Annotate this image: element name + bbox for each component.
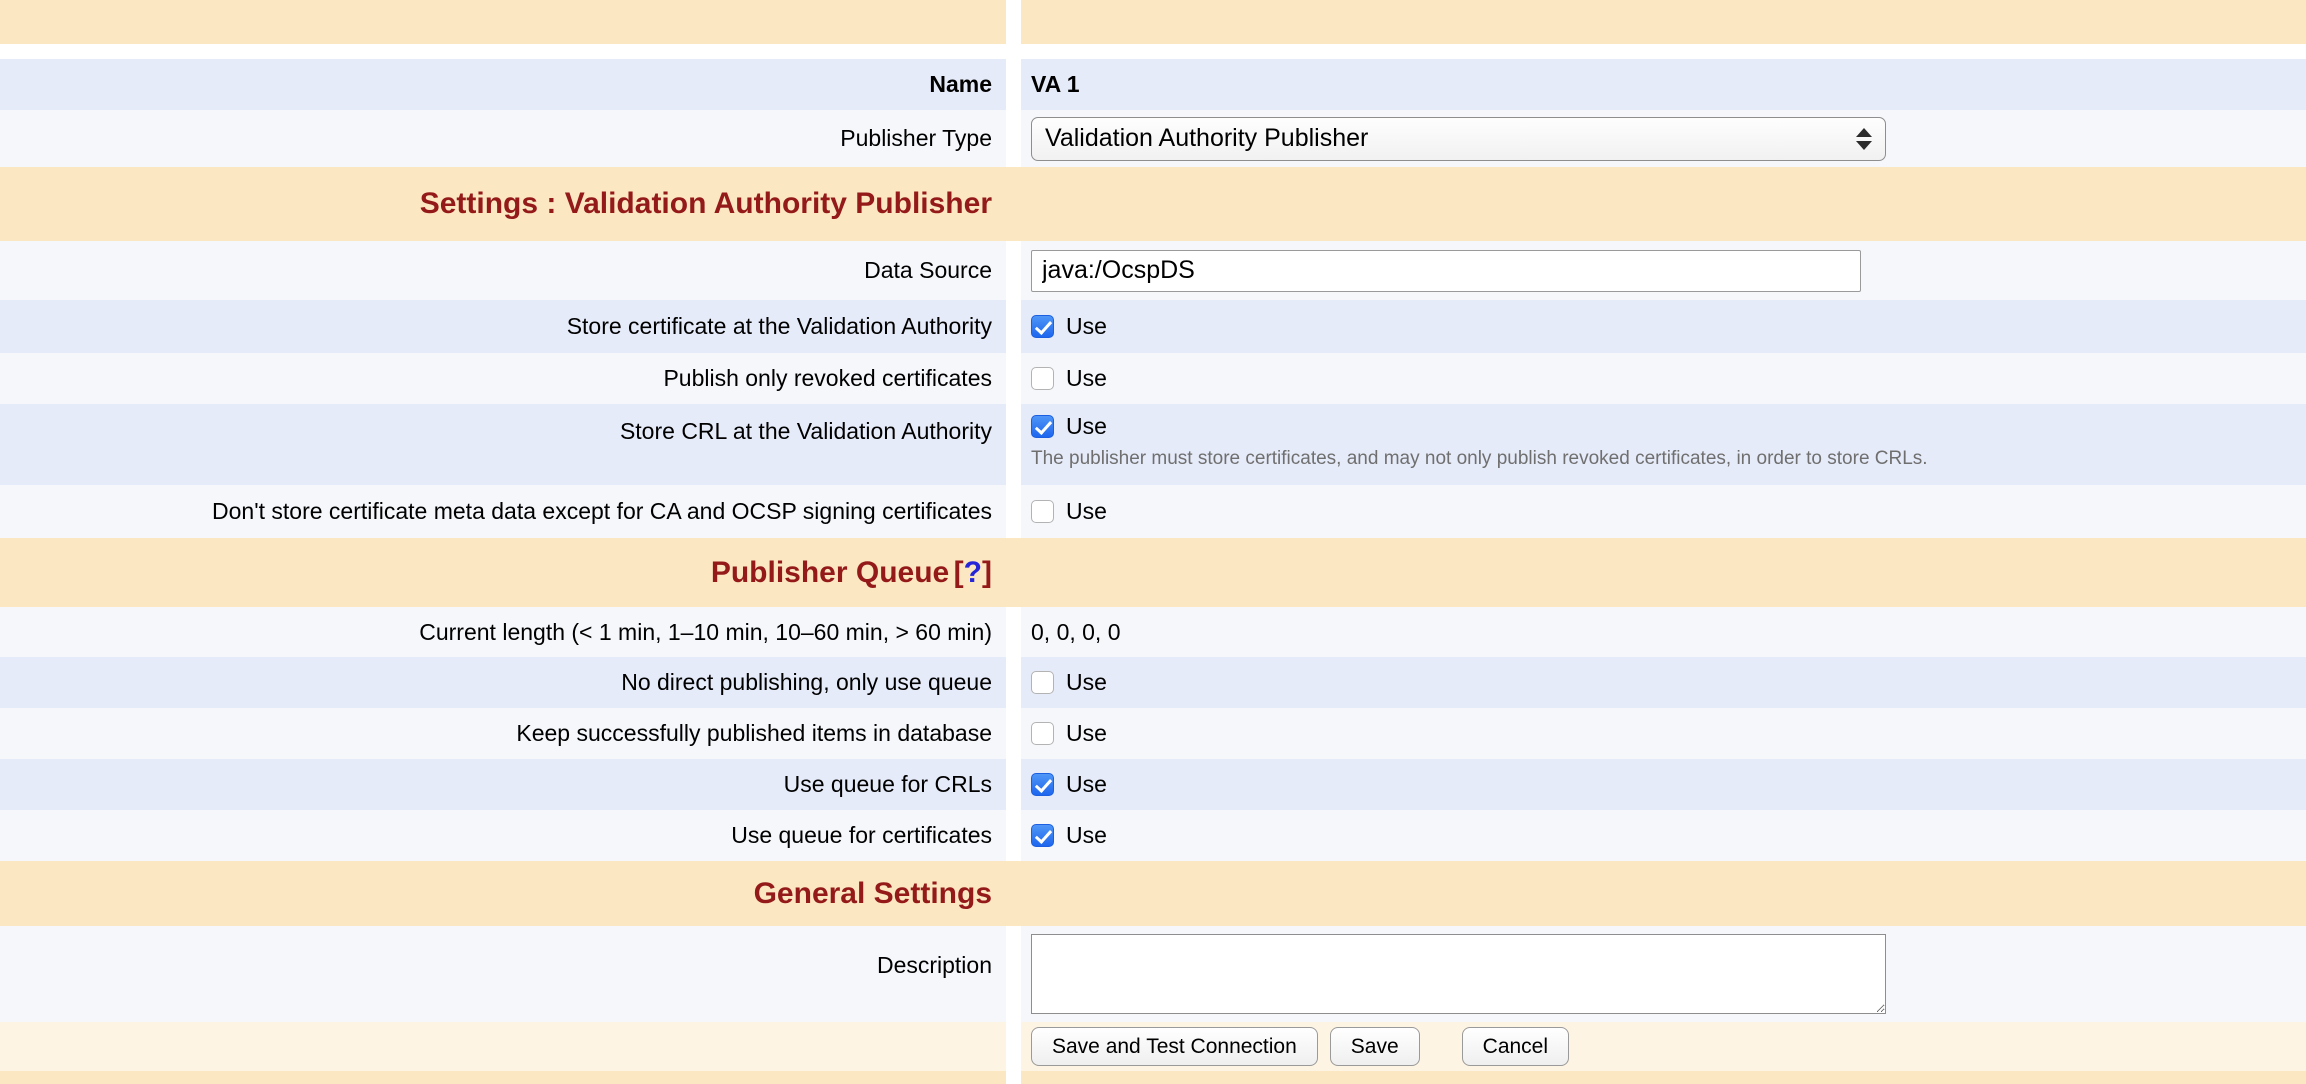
queue-length-row: Current length (< 1 min, 1–10 min, 10–60… (0, 607, 2306, 657)
store-crl-help-text: The publisher must store certificates, a… (1031, 448, 1928, 470)
description-label: Description (877, 952, 992, 979)
use-label: Use (1066, 720, 1107, 747)
column-gap (1006, 708, 1021, 759)
help-bracket-open: [ (954, 556, 964, 589)
column-gap (1006, 926, 1021, 1022)
store-certificate-use-checkbox[interactable] (1031, 315, 1054, 338)
dont-store-meta-row: Don't store certificate meta data except… (0, 485, 2306, 538)
cancel-button[interactable]: Cancel (1462, 1027, 1569, 1066)
keep-published-items-use-checkbox[interactable] (1031, 722, 1054, 745)
no-direct-publishing-use-checkbox[interactable] (1031, 671, 1054, 694)
store-crl-label: Store CRL at the Validation Authority (620, 418, 992, 445)
help-bracket-close: ] (982, 556, 992, 589)
column-gap (1006, 404, 1021, 485)
column-gap (1006, 607, 1021, 657)
publish-only-revoked-label: Publish only revoked certificates (663, 365, 992, 392)
name-value: VA 1 (1031, 71, 1080, 98)
top-band (0, 0, 2306, 44)
use-queue-crls-label: Use queue for CRLs (784, 771, 992, 798)
use-label: Use (1066, 498, 1107, 525)
name-row: Name VA 1 (0, 59, 2306, 110)
settings-section-title: Settings : Validation Authority Publishe… (420, 187, 992, 220)
dont-store-meta-label: Don't store certificate meta data except… (212, 498, 992, 525)
column-gap (1006, 1022, 1021, 1071)
use-label: Use (1066, 771, 1107, 798)
column-gap (1006, 810, 1021, 861)
column-gap (1006, 300, 1021, 353)
description-row: Description (0, 926, 2306, 1022)
store-crl-row: Store CRL at the Validation Authority Us… (0, 404, 2306, 485)
publish-only-revoked-use-checkbox[interactable] (1031, 367, 1054, 390)
publisher-queue-title: Publisher Queue (711, 556, 949, 589)
chevron-down-icon (1856, 141, 1872, 150)
publisher-type-selected-value: Validation Authority Publisher (1045, 124, 1368, 153)
edit-publisher-page: Name VA 1 Publisher Type Validation Auth… (0, 0, 2306, 1084)
save-and-test-connection-button[interactable]: Save and Test Connection (1031, 1027, 1318, 1066)
chevron-up-icon (1856, 128, 1872, 137)
store-certificate-row: Store certificate at the Validation Auth… (0, 300, 2306, 353)
publisher-queue-section-header: Publisher Queue [?] (0, 538, 2306, 607)
keep-published-items-row: Keep successfully published items in dat… (0, 708, 2306, 759)
use-label: Use (1066, 669, 1107, 696)
publisher-type-select[interactable]: Validation Authority Publisher (1031, 117, 1886, 161)
queue-length-value: 0, 0, 0, 0 (1031, 619, 1121, 646)
use-queue-crls-row: Use queue for CRLs Use (0, 759, 2306, 810)
use-queue-certificates-label: Use queue for certificates (731, 822, 992, 849)
form-actions-row: Save and Test Connection Save Cancel (0, 1022, 2306, 1071)
publisher-type-label: Publisher Type (840, 125, 992, 152)
general-settings-section-header: General Settings (0, 861, 2306, 926)
column-gap (1006, 59, 1021, 110)
column-gap (1006, 353, 1021, 404)
publisher-queue-help-link[interactable]: ? (964, 556, 982, 589)
no-direct-publishing-label: No direct publishing, only use queue (621, 669, 992, 696)
data-source-label: Data Source (864, 257, 992, 284)
general-settings-title: General Settings (754, 877, 992, 910)
use-queue-certificates-use-checkbox[interactable] (1031, 824, 1054, 847)
column-gap (1006, 110, 1021, 167)
use-label: Use (1066, 313, 1107, 340)
use-label: Use (1066, 822, 1107, 849)
bottom-band (0, 1071, 2306, 1084)
use-queue-certificates-row: Use queue for certificates Use (0, 810, 2306, 861)
description-textarea[interactable] (1031, 934, 1886, 1014)
data-source-row: Data Source (0, 241, 2306, 300)
use-queue-crls-use-checkbox[interactable] (1031, 773, 1054, 796)
data-source-input[interactable] (1031, 250, 1861, 292)
store-certificate-label: Store certificate at the Validation Auth… (567, 313, 992, 340)
use-label: Use (1066, 365, 1107, 392)
column-gap (1006, 241, 1021, 300)
select-stepper-icon (1856, 128, 1872, 150)
use-label: Use (1066, 413, 1107, 440)
column-gap (1006, 657, 1021, 708)
save-button[interactable]: Save (1330, 1027, 1420, 1066)
no-direct-publishing-row: No direct publishing, only use queue Use (0, 657, 2306, 708)
name-label: Name (929, 71, 992, 98)
settings-section-header: Settings : Validation Authority Publishe… (0, 167, 2306, 241)
row-spacer (0, 44, 2306, 59)
column-gap (1006, 485, 1021, 538)
store-crl-use-checkbox[interactable] (1031, 415, 1054, 438)
column-gap (1006, 759, 1021, 810)
publisher-type-row: Publisher Type Validation Authority Publ… (0, 110, 2306, 167)
column-gap (1006, 0, 1021, 44)
keep-published-items-label: Keep successfully published items in dat… (516, 720, 992, 747)
queue-length-label: Current length (< 1 min, 1–10 min, 10–60… (419, 619, 992, 646)
dont-store-meta-use-checkbox[interactable] (1031, 500, 1054, 523)
column-gap (1006, 1071, 1021, 1084)
publish-only-revoked-row: Publish only revoked certificates Use (0, 353, 2306, 404)
